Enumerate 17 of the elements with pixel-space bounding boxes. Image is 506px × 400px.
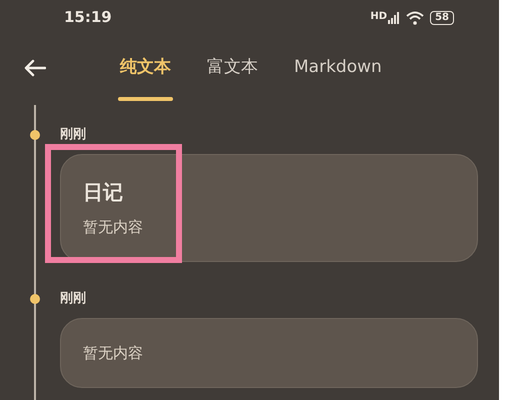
entry-time: 刚刚 [60,126,86,144]
tab[interactable]: Markdown [294,48,382,88]
tab-underline [118,96,173,100]
note-card[interactable]: 日记 暂无内容 [60,154,478,262]
note-title: 日记 [83,179,124,205]
wifi-icon [406,10,424,24]
signal-icon [388,12,400,24]
status-time: 15:19 [64,7,112,28]
battery-indicator: 58 [430,10,454,24]
entry-time: 刚刚 [60,290,86,308]
note-card[interactable]: 暂无内容 [60,318,478,388]
note-preview: 暂无内容 [83,343,144,363]
tab[interactable]: 富文本 [207,48,258,88]
network-label: HD [370,12,388,22]
tab[interactable]: 纯文本 [120,48,171,88]
note-preview: 暂无内容 [83,217,144,237]
back-arrow-icon [24,58,46,76]
